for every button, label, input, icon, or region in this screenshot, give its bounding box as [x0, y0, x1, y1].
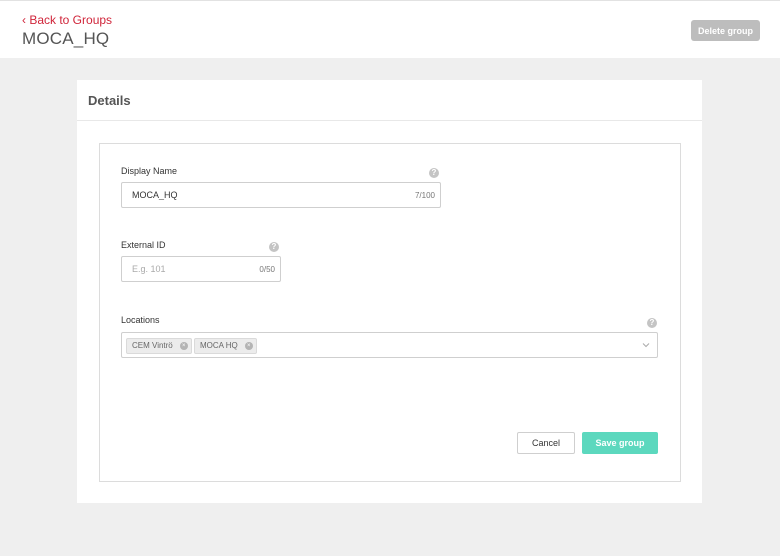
top-bar: ‹ Back to Groups MOCA_HQ Delete group: [0, 0, 780, 58]
details-card: Details Display Name ? 7/100 External ID…: [77, 80, 702, 503]
external-id-counter: 0/50: [259, 265, 275, 274]
delete-group-button[interactable]: Delete group: [691, 20, 760, 41]
page-title: MOCA_HQ: [22, 29, 110, 48]
display-name-help-icon[interactable]: ?: [429, 168, 439, 178]
display-name-field[interactable]: 7/100: [121, 182, 441, 208]
card-title: Details: [77, 80, 702, 121]
external-id-input[interactable]: [122, 257, 280, 281]
remove-chip-icon[interactable]: ×: [244, 342, 253, 350]
display-name-counter: 7/100: [414, 191, 435, 200]
external-id-field[interactable]: 0/50: [121, 256, 281, 282]
remove-chip-icon[interactable]: ×: [179, 342, 188, 350]
cancel-button[interactable]: Cancel: [517, 432, 575, 454]
external-id-help-icon[interactable]: ?: [269, 242, 279, 252]
details-form: Display Name ? 7/100 External ID ? 0/50 …: [99, 143, 681, 482]
locations-select[interactable]: CEM Vintrö × MOCA HQ ×: [121, 332, 658, 358]
locations-label: Locations: [121, 315, 160, 325]
back-to-groups-link[interactable]: ‹ Back to Groups: [22, 13, 112, 27]
locations-help-icon[interactable]: ?: [647, 318, 657, 328]
location-chip-label: MOCA HQ: [200, 341, 238, 350]
external-id-label: External ID: [121, 240, 166, 250]
location-chip: MOCA HQ ×: [194, 338, 257, 354]
save-group-button[interactable]: Save group: [582, 432, 658, 454]
location-chip: CEM Vintrö ×: [126, 338, 192, 354]
location-chip-label: CEM Vintrö: [132, 341, 173, 350]
chevron-down-icon[interactable]: [641, 340, 651, 350]
display-name-input[interactable]: [122, 183, 440, 207]
display-name-label: Display Name: [121, 166, 178, 176]
